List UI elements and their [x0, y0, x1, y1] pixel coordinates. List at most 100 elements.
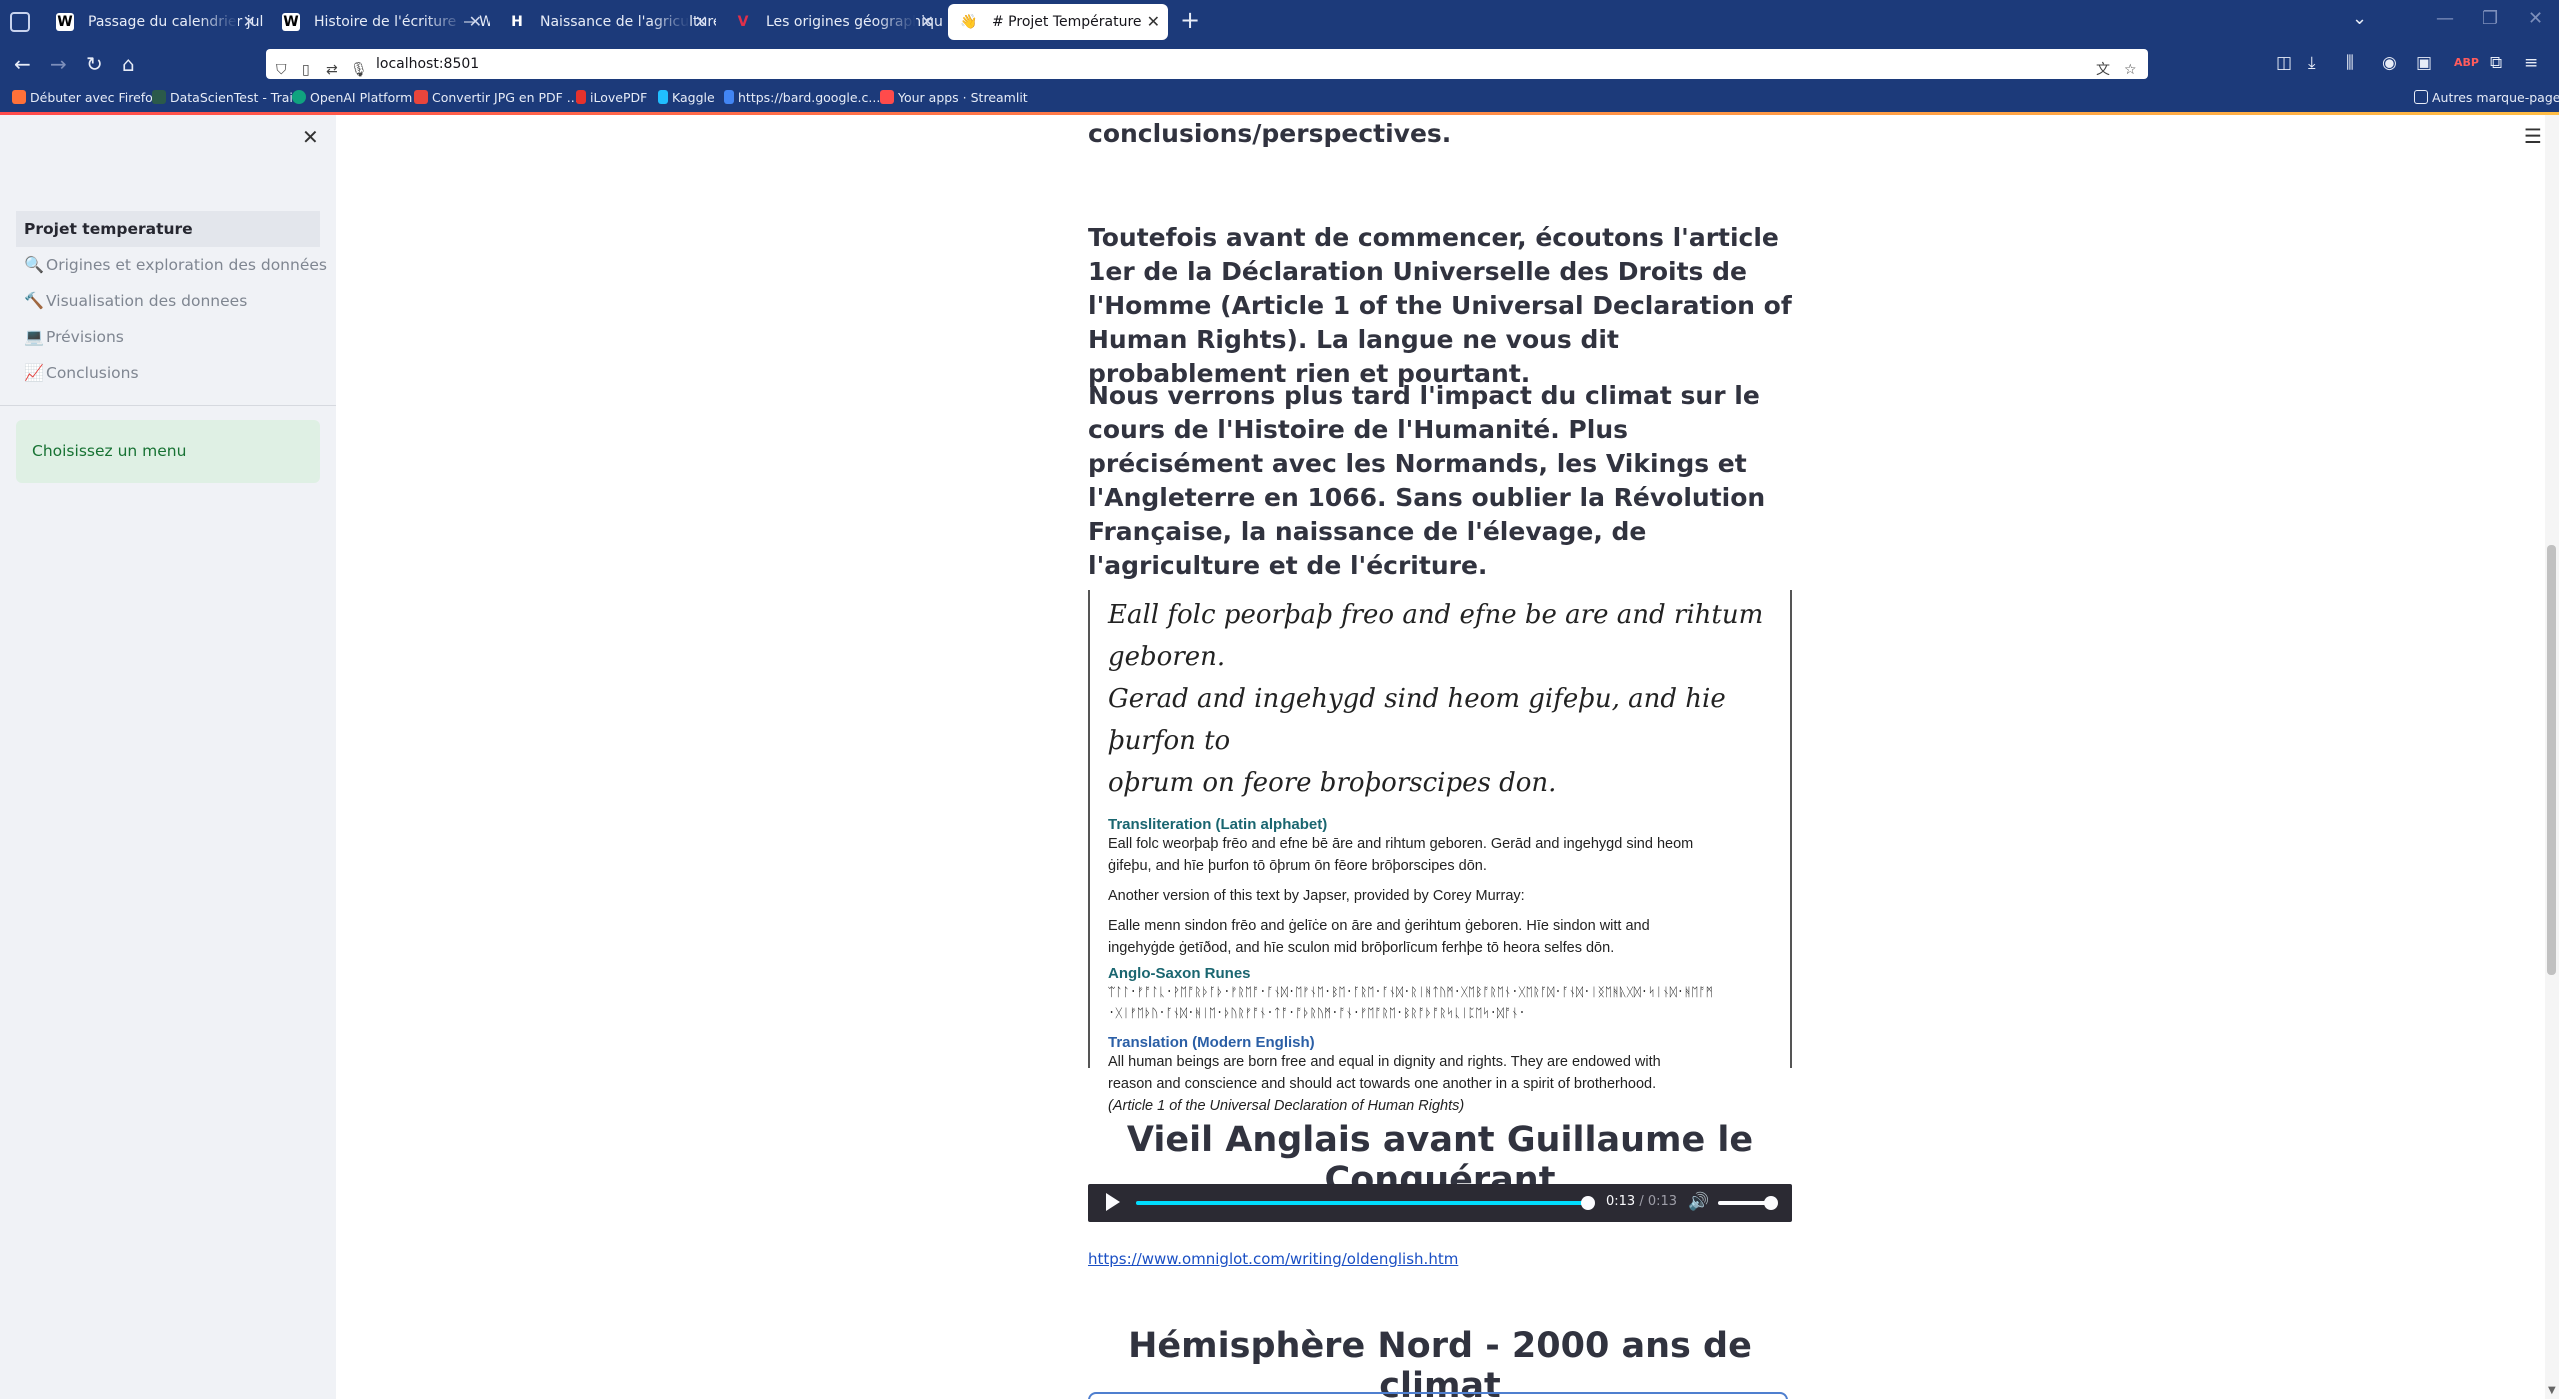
tab-bar: W Passage du calendrier julien au ✕ W Hi… — [0, 0, 2559, 44]
translation-citation: (Article 1 of the Universal Declaration … — [1108, 1098, 1465, 1114]
chart-increasing-icon: 📈 — [24, 363, 44, 382]
library-icon[interactable]: ⫼ — [2346, 53, 2354, 73]
close-tab-icon[interactable]: ✕ — [1147, 4, 1160, 40]
omniglot-link[interactable]: https://www.omniglot.com/writing/oldengl… — [1088, 1250, 1458, 1268]
waving-hand-icon: 👋 — [960, 14, 978, 30]
scrollbar-thumb[interactable] — [2547, 545, 2556, 975]
ilovepdf-icon — [576, 90, 586, 104]
bookmark-item[interactable]: Débuter avec Firefox — [12, 90, 160, 105]
main-menu-icon[interactable]: ☰ — [2524, 124, 2542, 148]
bookmark-item[interactable]: Convertir JPG en PDF ... — [414, 90, 579, 105]
sidebar-item-projet-temperature[interactable]: Projet temperature — [16, 211, 320, 247]
close-tab-icon[interactable]: ✕ — [469, 4, 482, 40]
close-window-icon[interactable]: ✕ — [2528, 8, 2543, 29]
volume-icon[interactable]: 🔊 — [1688, 1192, 1709, 1212]
datascientest-icon — [152, 90, 166, 104]
runes-text: ᛫ᚷᛁᚠᛖᚦᚢ᛫ᚪᚾᛞ᛫ᚻᛁᛖ᛫ᚦᚢᚱᚠᚩᚾ᛫ᛏᚩ᛫ᚩᚦᚱᚢᛗ᛫ᚩᚾ᛫ᚠᛖᚩᚱᛖ… — [1108, 1006, 1526, 1020]
new-tab-icon[interactable]: + — [1180, 6, 1200, 34]
close-tab-icon[interactable]: ✕ — [695, 4, 708, 40]
home-icon[interactable]: ⌂ — [122, 52, 135, 76]
streamlit-icon — [880, 90, 894, 104]
minimize-icon[interactable]: — — [2436, 8, 2454, 29]
audio-player[interactable]: 0:13 / 0:13 🔊 — [1088, 1184, 1792, 1222]
paragraph-intro: Toutefois avant de commencer, écoutons l… — [1088, 223, 1792, 388]
bookmark-star-icon[interactable]: ☆ — [2124, 55, 2137, 85]
downloads-icon[interactable]: ⤓ — [2308, 53, 2316, 73]
reload-icon[interactable]: ↻ — [86, 52, 103, 76]
play-icon[interactable] — [1106, 1193, 1120, 1211]
heading-hemisphere-nord: Hémisphère Nord - 2000 ans de climat — [1128, 1326, 1752, 1399]
omniglot-embed: Eall folc peorþaþ freo and efne be are a… — [1088, 590, 1792, 1114]
pocket-icon[interactable]: ◫ — [2276, 53, 2292, 73]
permissions-icon[interactable]: ⇄ — [326, 55, 338, 85]
openai-icon — [292, 90, 306, 104]
tab-calendrier[interactable]: W Passage du calendrier julien au ✕ — [44, 4, 264, 40]
pdf-converter-icon — [414, 90, 428, 104]
next-section-frame — [1088, 1392, 1788, 1399]
translation-text: reason and conscience and should act tow… — [1108, 1076, 1657, 1092]
tab-agriculture[interactable]: H Naissance de l'agriculture (-11 ✕ — [496, 4, 716, 40]
old-english-script-image: Eall folc peorþaþ freo and efne be are a… — [1108, 600, 1764, 798]
sidebar-menu: Projet temperature 🔍 Origines et explorat… — [16, 211, 327, 391]
bookmark-item[interactable]: Your apps · Streamlit — [880, 90, 1028, 105]
site-v-icon: V — [737, 14, 749, 30]
microphone-icon[interactable]: 🎙 — [350, 55, 368, 85]
sidebar-item-origines[interactable]: 🔍 Origines et exploration des données — [16, 247, 327, 283]
close-tab-icon[interactable]: ✕ — [243, 4, 256, 40]
sidebar-item-conclusions[interactable]: 📈 Conclusions — [16, 355, 320, 391]
tab-origines[interactable]: V Les origines géographiques de ✕ — [722, 4, 942, 40]
bookmark-item[interactable]: iLovePDF — [576, 90, 647, 105]
back-icon[interactable]: ← — [14, 52, 31, 76]
hammer-icon: 🔨 — [24, 291, 44, 310]
wikipedia-icon: W — [282, 13, 300, 31]
address-bar[interactable]: ⛉ ▯ ⇄ 🎙 localhost:8501 文 ☆ — [266, 49, 2148, 79]
transliteration-text: ġifeþu, and hīe þurfon tō ōþrum ōn fēore… — [1108, 858, 1487, 874]
bookmark-item[interactable]: OpenAI Platform — [292, 90, 412, 105]
scroll-down-icon[interactable]: ▼ — [2548, 1385, 2556, 1396]
seek-handle[interactable] — [1581, 1196, 1595, 1210]
volume-slider[interactable] — [1718, 1196, 1778, 1210]
shield-icon[interactable]: ⛉ — [276, 55, 287, 85]
alternate-text: ingehyġde ġetīðod, and hīe sculon mid br… — [1108, 940, 1615, 956]
bookmarks-bar: Débuter avec Firefox DataScienTest - Tra… — [0, 84, 2559, 112]
adblock-icon[interactable]: ABP — [2454, 56, 2479, 69]
list-tabs-icon[interactable]: ⌄ — [2352, 8, 2367, 29]
runes-text: ᛠᛚᛚ᛫ᚠᚩᛚᚳ᛫ᚹᛖᚩᚱᚦᚪᚦ᛫ᚠᚱᛖᚩ᛫ᚪᚾᛞ᛫ᛖᚠᚾᛖ᛫ᛒᛖ᛫ᚪᚱᛖ᛫ᚪᚾ… — [1108, 985, 1713, 999]
transliteration-heading: Transliteration (Latin alphabet) — [1108, 816, 1328, 833]
tab-projet-temperature[interactable]: 👋 # Projet Température ✕ — [948, 4, 1168, 40]
laptop-icon: 💻 — [24, 327, 44, 346]
history-site-icon: H — [511, 14, 523, 30]
restore-icon[interactable]: ❐ — [2482, 8, 2498, 29]
tab-title: # Projet Température — [992, 14, 1142, 30]
translation-heading: Translation (Modern English) — [1108, 1034, 1315, 1051]
sidebar-item-visualisation[interactable]: 🔨 Visualisation des donnees — [16, 283, 320, 319]
bookmark-item[interactable]: https://bard.google.c... — [724, 90, 880, 105]
bookmark-item[interactable]: DataScienTest - Train — [152, 90, 301, 105]
bard-icon — [724, 90, 734, 104]
bookmark-item[interactable]: Kaggle — [658, 90, 715, 105]
page-icon[interactable]: ▯ — [302, 55, 310, 85]
audio-progress — [1136, 1201, 1588, 1205]
other-bookmarks[interactable]: Autres marque-pages — [2414, 90, 2559, 105]
folder-icon — [2414, 90, 2428, 104]
forward-icon[interactable]: → — [50, 52, 67, 76]
magnifier-icon: 🔍 — [24, 255, 44, 274]
volume-handle[interactable] — [1764, 1196, 1778, 1210]
tab-ecriture[interactable]: W Histoire de l'écriture — Wikipé ✕ — [270, 4, 490, 40]
another-version-note: Another version of this text by Japser, … — [1108, 888, 1525, 904]
tab-manager-icon[interactable] — [10, 12, 30, 32]
extension-v-icon[interactable]: ◉ — [2382, 53, 2397, 73]
close-sidebar-icon[interactable]: ✕ — [302, 125, 319, 149]
browser-window: W Passage du calendrier julien au ✕ W Hi… — [0, 0, 2559, 1399]
sidebar-item-previsions[interactable]: 💻 Prévisions — [16, 319, 320, 355]
translate-icon[interactable]: 文 — [2096, 55, 2110, 85]
audio-seek-bar[interactable] — [1136, 1196, 1595, 1210]
extension-blue-icon[interactable]: ▣ — [2416, 53, 2432, 73]
firefox-icon — [12, 90, 26, 104]
sidebar-info-box: Choisissez un menu — [16, 420, 320, 483]
extensions-icon[interactable]: ⧉ — [2490, 53, 2502, 73]
paragraph-history: Nous verrons plus tard l'impact du clima… — [1088, 381, 1766, 580]
paragraph-conclusions: conclusions/perspectives. — [1088, 119, 1452, 148]
close-tab-icon[interactable]: ✕ — [921, 4, 934, 40]
app-menu-icon[interactable]: ≡ — [2524, 53, 2538, 73]
